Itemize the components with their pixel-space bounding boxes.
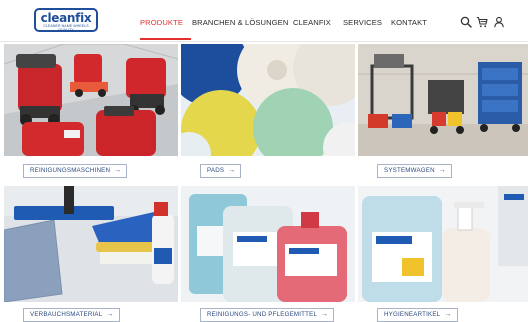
nav-item-services[interactable]: SERVICES xyxy=(343,18,382,27)
arrow-right-icon: → xyxy=(114,167,122,174)
category-label: HYGIENEARTIKEL xyxy=(384,311,441,318)
nav-item-cleanfix[interactable]: CLEANFIX xyxy=(293,18,331,27)
user-icon[interactable] xyxy=(493,16,505,28)
nav-item-branchen-loesungen[interactable]: BRANCHEN & LÖSUNGEN xyxy=(192,18,288,27)
nav-item-kontakt[interactable]: KONTAKT xyxy=(391,18,427,27)
nav-item-produkte[interactable]: PRODUKTE xyxy=(140,18,183,27)
category-button-systemwagen[interactable]: SYSTEMWAGEN → xyxy=(377,164,452,178)
tile-reinigungs-pflegemittel-image[interactable] xyxy=(181,186,355,302)
arrow-right-icon: → xyxy=(438,167,446,174)
logo-wordmark: cleanfix xyxy=(40,11,92,25)
arrow-right-icon: → xyxy=(321,311,329,318)
category-label: SYSTEMWAGEN xyxy=(384,167,435,174)
category-label: REINIGUNGSMASCHINEN xyxy=(30,167,111,174)
category-button-reinigungsmaschinen[interactable]: REINIGUNGSMASCHINEN → xyxy=(23,164,128,178)
tile-pads-image[interactable] xyxy=(181,44,355,156)
arrow-right-icon: → xyxy=(444,311,452,318)
arrow-right-icon: → xyxy=(106,311,114,318)
search-icon[interactable] xyxy=(460,16,472,28)
category-button-pads[interactable]: PADS → xyxy=(200,164,242,178)
cleanfix-logo[interactable]: cleanfix CLEANER NAME WHEELS QUALITY xyxy=(34,8,98,32)
category-label: VERBAUCHSMATERIAL xyxy=(30,311,103,318)
category-label: PADS xyxy=(207,167,225,174)
category-button-hygieneartikel[interactable]: HYGIENEARTIKEL → xyxy=(377,308,458,322)
tile-hygieneartikel-image[interactable] xyxy=(358,186,528,302)
logo-tagline: CLEANER NAME WHEELS QUALITY xyxy=(43,24,89,32)
active-nav-underline xyxy=(140,38,191,40)
category-button-verbauchsmaterial[interactable]: VERBAUCHSMATERIAL → xyxy=(23,308,120,322)
cart-icon[interactable] xyxy=(476,16,488,28)
site-header: cleanfix CLEANER NAME WHEELS QUALITY PRO… xyxy=(0,0,528,42)
category-button-reinigungs-pflegemittel[interactable]: REINIGUNGS- UND PFLEGEMITTEL → xyxy=(200,308,335,322)
category-label: REINIGUNGS- UND PFLEGEMITTEL xyxy=(207,311,318,318)
tile-verbauchsmaterial-image[interactable] xyxy=(4,186,178,302)
tile-reinigungsmaschinen-image[interactable] xyxy=(4,44,178,156)
arrow-right-icon: → xyxy=(228,167,236,174)
tile-systemwagen-image[interactable] xyxy=(358,44,528,156)
